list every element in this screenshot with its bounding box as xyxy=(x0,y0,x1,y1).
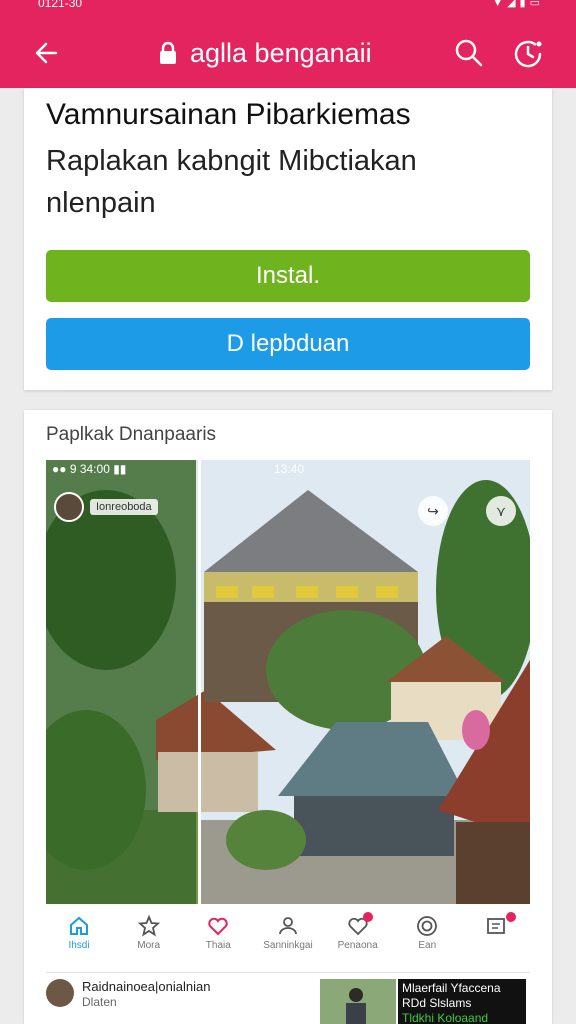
list-item-thumbnail xyxy=(320,979,396,1024)
tab-inbox[interactable] xyxy=(464,908,530,966)
tab-label: Ean xyxy=(418,940,437,951)
list-item-subtitle: Dlaten xyxy=(82,995,117,1009)
home-icon xyxy=(70,916,88,935)
status-bar: 0121-30 ▼◢▮▭ xyxy=(0,0,576,14)
tab-label: Mora xyxy=(137,940,161,951)
download-button[interactable]: D lepbduan xyxy=(46,318,530,370)
clock-icon[interactable] xyxy=(510,36,546,72)
back-arrow-icon[interactable] xyxy=(30,36,64,70)
list-item-title: Raidnainoea|onialnian xyxy=(82,979,211,994)
filter-icon[interactable]: ⋎ xyxy=(486,496,516,526)
preview-card: Paplkak Dnanpaaris ●● 9 34:00 ▮▮ 13:40 I… xyxy=(24,410,552,1024)
preview-photo[interactable]: ●● 9 34:00 ▮▮ 13:40 Ionreoboda ↪ ⋎ xyxy=(46,460,530,904)
preview-label: Paplkak Dnanpaaris xyxy=(46,424,217,445)
tab-more[interactable]: Mora xyxy=(116,908,182,966)
promo-line: Mlaerfail Yfaccena xyxy=(402,981,501,995)
thumbnail-image xyxy=(320,979,396,1024)
app-info-card: Vamnursainan Pibarkiemas Raplakan kabngi… xyxy=(24,88,552,390)
top-app-bar: 0121-30 ▼◢▮▭ aglla benganaii xyxy=(0,0,576,88)
star-icon xyxy=(137,914,160,937)
notification-badge xyxy=(362,912,373,922)
install-button[interactable]: Instal. xyxy=(46,250,530,302)
photo-status-right: 13:40 xyxy=(274,462,305,476)
user-chip-label: Ionreoboda xyxy=(90,499,158,515)
tab-personal[interactable]: Penaona xyxy=(325,908,391,966)
user-chip[interactable]: Ionreoboda xyxy=(54,492,158,522)
promo-banner[interactable]: Mlaerfail Yfaccena RDd Slslams Tldkhi Ko… xyxy=(398,979,526,1024)
tab-label: Thaia xyxy=(205,940,231,951)
app-headline: Vamnursainan Pibarkiemas xyxy=(46,98,411,131)
photo-status-left: ●● 9 34:00 ▮▮ xyxy=(52,462,127,476)
tab-favorites[interactable]: Thaia xyxy=(185,908,251,966)
notification-badge xyxy=(505,912,516,922)
status-icons: ▼◢▮▭ xyxy=(492,0,544,9)
person-icon xyxy=(279,917,297,935)
avatar xyxy=(54,492,84,522)
app-subtitle: Raplakan kabngit Mibctiakan nlenpain xyxy=(46,145,417,219)
temple-scene-image xyxy=(46,460,530,904)
search-icon[interactable] xyxy=(452,36,486,70)
bottom-tabs: Ihsdi Mora Thaia Sanninkgai Penaona Ean xyxy=(46,908,530,966)
promo-line: Tldkhi Koloaand xyxy=(402,1011,489,1024)
spiral-icon xyxy=(417,916,438,936)
status-time: 0121-30 xyxy=(38,0,83,10)
page-title: aglla benganaii xyxy=(190,38,372,68)
tab-settings[interactable]: Sanninkgai xyxy=(255,908,321,966)
avatar xyxy=(46,979,74,1007)
tab-label: Sanninkgai xyxy=(263,940,313,951)
tab-scan[interactable]: Ean xyxy=(394,908,460,966)
heart-icon xyxy=(208,917,228,936)
photo-divider xyxy=(198,460,201,904)
tab-label: Ihsdi xyxy=(68,940,90,951)
share-icon[interactable]: ↪ xyxy=(418,496,448,526)
list-item[interactable]: Raidnainoea|onialnian Dlaten Mlaerfail Y… xyxy=(46,972,530,1024)
tab-home[interactable]: Ihsdi xyxy=(46,908,112,966)
lock-icon xyxy=(160,41,176,64)
tab-label: Penaona xyxy=(337,940,378,951)
promo-line: RDd Slslams xyxy=(402,996,472,1010)
app-bar: aglla benganaii xyxy=(0,22,576,82)
